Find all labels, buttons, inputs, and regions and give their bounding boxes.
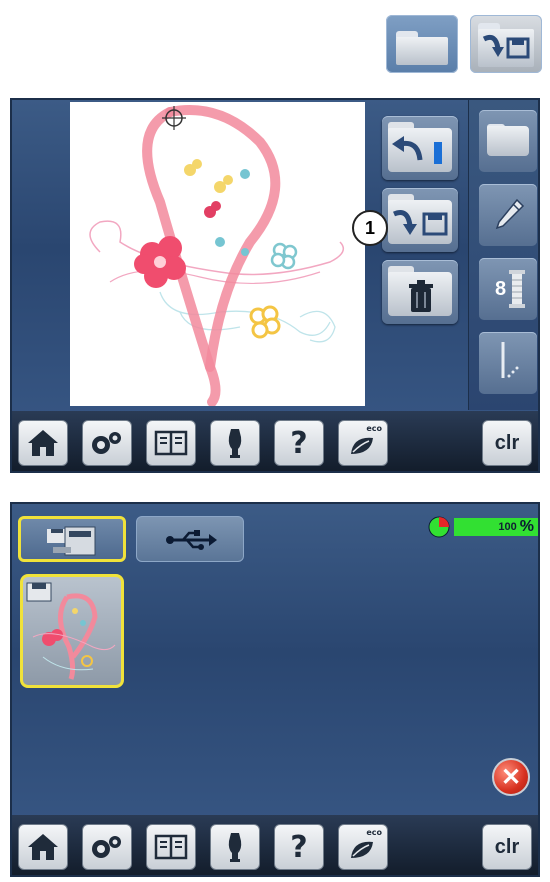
bottom-bar-2: ? eco clr <box>12 815 538 875</box>
clear-button[interactable]: clr <box>482 420 532 466</box>
home-icon <box>28 834 58 860</box>
pattern-canvas[interactable] <box>70 102 365 407</box>
percent-sign: % <box>519 518 534 535</box>
edit-pencil-button[interactable] <box>479 184 537 246</box>
home-button-2[interactable] <box>18 824 68 870</box>
tutorial-icon <box>154 834 188 860</box>
home-icon <box>28 430 58 456</box>
tutorial-button-2[interactable] <box>146 824 196 870</box>
setup-button-2[interactable] <box>82 824 132 870</box>
eco-button-2[interactable]: eco <box>338 824 388 870</box>
folder-button[interactable] <box>479 110 537 172</box>
callout-number: 1 <box>352 210 388 246</box>
help-icon: ? <box>290 425 308 461</box>
usb-icon <box>166 530 217 550</box>
clear-button-2[interactable]: clr <box>482 824 532 870</box>
help-button-2[interactable]: ? <box>274 824 324 870</box>
eco-button[interactable]: eco <box>338 420 388 466</box>
tutorial-button[interactable] <box>146 420 196 466</box>
setup-button[interactable] <box>82 420 132 466</box>
machine-memory-icon <box>47 526 96 556</box>
machine-memory-tab[interactable] <box>18 516 126 562</box>
thread-color-button[interactable]: 8 <box>479 258 537 320</box>
needle-button[interactable] <box>479 332 537 394</box>
memory-percent: 100 <box>498 521 517 533</box>
thread-count: 8 <box>495 278 507 300</box>
load-from-file-button[interactable] <box>382 116 458 180</box>
setup-icon <box>92 432 121 454</box>
save-location-screen: 100% ✕ ? eco clr <box>10 502 540 877</box>
pie-chart-icon <box>428 516 450 538</box>
eco-label: eco <box>366 424 382 433</box>
eco-label: eco <box>366 828 382 837</box>
sewing-consultant-button-2[interactable] <box>210 824 260 870</box>
embroidery-edit-screen: 1 8 ? eco clr <box>10 98 540 473</box>
sewing-consultant-icon <box>228 429 242 458</box>
setup-icon <box>92 836 121 858</box>
help-button[interactable]: ? <box>274 420 324 466</box>
memory-indicator: 100% <box>428 516 538 538</box>
delete-button[interactable] <box>382 260 458 324</box>
close-icon: ✕ <box>500 763 522 791</box>
help-icon: ? <box>290 829 308 865</box>
right-toolbar: 8 <box>468 100 538 410</box>
clear-label: clr <box>494 431 520 454</box>
home-button[interactable] <box>18 420 68 466</box>
clear-label: clr <box>494 835 520 858</box>
sewing-consultant-icon <box>228 833 242 862</box>
tutorial-icon <box>154 430 188 456</box>
legend-folder-icon <box>386 15 458 73</box>
sewing-consultant-button[interactable] <box>210 420 260 466</box>
close-button[interactable]: ✕ <box>492 758 530 796</box>
bottom-bar: ? eco clr <box>12 411 538 471</box>
save-to-file-button[interactable] <box>382 188 458 252</box>
saved-pattern-thumbnail[interactable] <box>20 574 124 688</box>
memory-percent-bar: 100% <box>454 518 538 536</box>
legend-save-to-file-icon <box>470 15 542 73</box>
usb-tab[interactable] <box>136 516 244 562</box>
